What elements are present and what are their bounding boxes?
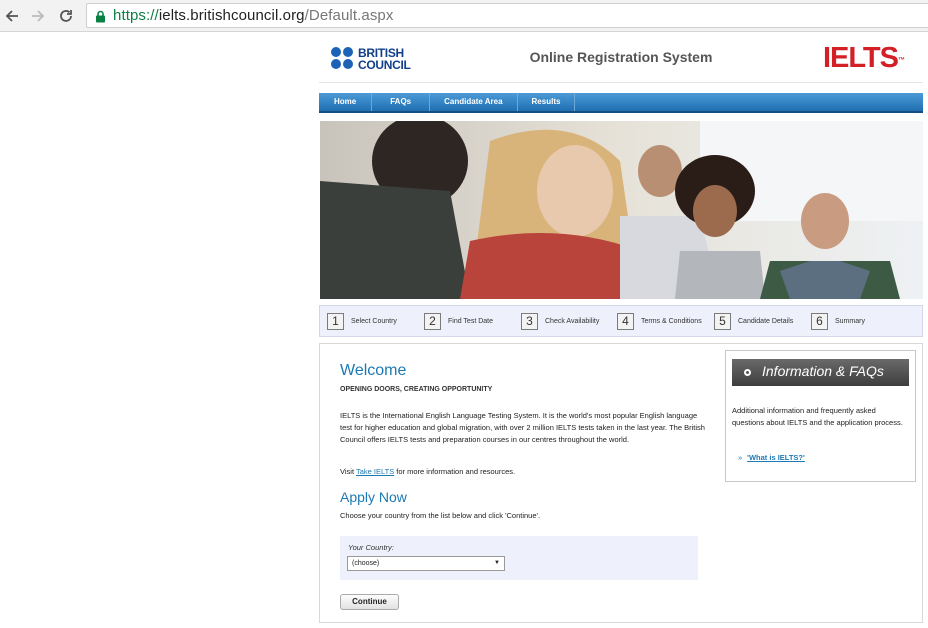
- url-text: https://ielts.britishcouncil.org/Default…: [113, 7, 393, 24]
- bullet-icon: [744, 369, 751, 376]
- visit-text: Visit Take IELTS for more information an…: [340, 467, 516, 476]
- browser-toolbar: https://ielts.britishcouncil.org/Default…: [0, 0, 928, 32]
- info-faqs-panel: Information & FAQs Additional informatio…: [725, 350, 916, 482]
- take-ielts-link[interactable]: Take IELTS: [356, 467, 394, 476]
- apply-instructions: Choose your country from the list below …: [340, 511, 541, 520]
- dropdown-arrow-icon: ▼: [494, 560, 500, 566]
- info-faqs-text: Additional information and frequently as…: [732, 406, 903, 427]
- tagline: OPENING DOORS, CREATING OPPORTUNITY: [340, 386, 493, 393]
- url-protocol: https://: [113, 7, 159, 24]
- nav-candidate-area[interactable]: Candidate Area: [430, 93, 518, 111]
- apply-heading: Apply Now: [340, 489, 407, 505]
- double-chevron-icon: »: [738, 453, 743, 462]
- url-host: ielts.britishcouncil.org: [158, 7, 305, 24]
- arrow-left-icon: [5, 10, 18, 22]
- progress-steps: 1 Select Country 2 Find Test Date 3 Chec…: [319, 305, 923, 337]
- info-faqs-header[interactable]: Information & FAQs: [732, 359, 909, 386]
- intro-paragraph: IELTS is the International English Langu…: [340, 411, 705, 444]
- hero-image: [320, 121, 923, 299]
- url-path: /Default.aspx: [304, 7, 394, 24]
- forward-button[interactable]: [28, 6, 48, 26]
- nav-results[interactable]: Results: [518, 93, 576, 111]
- page: BRITISH COUNCIL Online Registration Syst…: [319, 33, 923, 628]
- back-button[interactable]: [2, 6, 22, 26]
- info-faqs-title: Information & FAQs: [762, 363, 884, 379]
- welcome-heading: Welcome: [340, 362, 407, 379]
- main-nav: Home FAQs Candidate Area Results: [319, 93, 923, 113]
- lock-icon: [96, 10, 105, 23]
- nav-faqs[interactable]: FAQs: [372, 93, 431, 111]
- site-header: BRITISH COUNCIL Online Registration Syst…: [319, 33, 923, 83]
- nav-home[interactable]: Home: [319, 93, 373, 111]
- address-bar[interactable]: https://ielts.britishcouncil.org/Default…: [86, 3, 928, 28]
- arrow-right-icon: [32, 10, 45, 22]
- content-panel: Welcome OPENING DOORS, CREATING OPPORTUN…: [319, 343, 923, 623]
- country-label: Your Country:: [348, 543, 394, 552]
- country-select[interactable]: (choose) ▼: [347, 556, 505, 571]
- ielts-logo[interactable]: IELTS™: [823, 43, 905, 73]
- reload-icon: [60, 10, 72, 22]
- continue-button[interactable]: Continue: [340, 594, 399, 610]
- country-form: Your Country: (choose) ▼: [340, 536, 698, 580]
- reload-button[interactable]: [56, 6, 76, 26]
- what-is-ielts-link[interactable]: » 'What is IELTS?': [738, 453, 805, 462]
